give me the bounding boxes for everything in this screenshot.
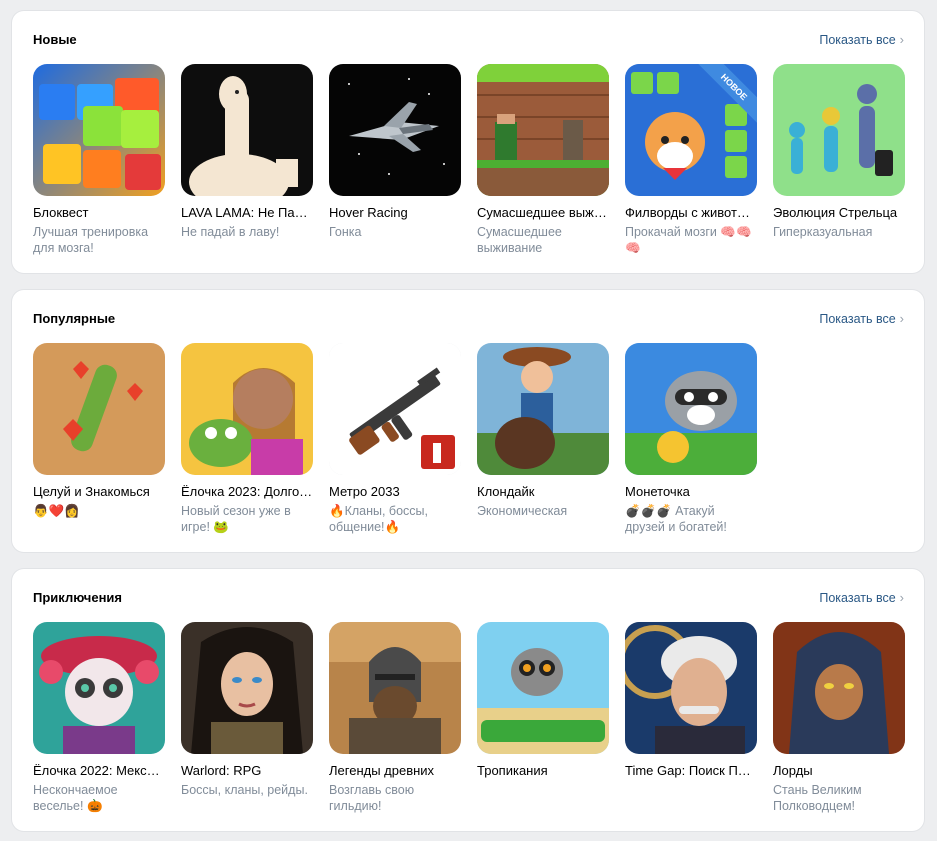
game-title: Hover Racing xyxy=(329,205,408,220)
show-all-link[interactable]: Показать все › xyxy=(819,590,904,605)
game-description: Новый сезон уже в игре! 🐸 xyxy=(181,504,291,534)
game-icon[interactable] xyxy=(773,622,905,754)
section-title: Новые xyxy=(33,32,77,47)
game-description: 🔥Кланы, боссы, общение!🔥 xyxy=(329,504,428,534)
game-icon[interactable] xyxy=(181,64,313,196)
chevron-right-icon: › xyxy=(899,590,904,605)
game-card-lava-lama[interactable]: LAVA LAMA: Не Падай в лаву! Не падай в л… xyxy=(181,64,313,240)
game-description: 💣💣💣 Атакуй друзей и богатей! xyxy=(625,504,727,534)
game-icon[interactable] xyxy=(773,64,905,196)
game-title: Warlord: RPG xyxy=(181,763,262,778)
show-all-link[interactable]: Показать все › xyxy=(819,311,904,326)
game-description: Нескончаемое веселье! 🎃 xyxy=(33,783,118,813)
section-title: Приключения xyxy=(33,590,123,605)
game-card-yolochka-2022[interactable]: Ёлочка 2022: Мексика Нескончаемое весель… xyxy=(33,622,165,814)
game-title: Целуй и Знакомься xyxy=(33,484,150,499)
game-title: Time Gap: Поиск Предметов xyxy=(625,763,757,778)
game-title: Тропикания xyxy=(477,763,548,778)
game-card-filwords[interactable]: НОВОЕ Филворды с животными Прокачай мозг… xyxy=(625,64,757,256)
game-card-lords[interactable]: Лорды Стань Великим Полководцем! xyxy=(773,622,905,814)
game-card-klondike[interactable]: Клондайк Экономическая xyxy=(477,343,609,519)
chevron-right-icon: › xyxy=(899,32,904,47)
game-icon[interactable] xyxy=(329,343,461,475)
game-card-crazy-survival[interactable]: Сумасшедшее выживание Сумасшедшее выжива… xyxy=(477,64,609,256)
game-description: Гиперказуальная xyxy=(773,225,873,239)
game-title: Легенды древних xyxy=(329,763,435,778)
game-title: Монеточка xyxy=(625,484,690,499)
game-icon[interactable] xyxy=(33,622,165,754)
game-card-metro-2033[interactable]: Метро 2033 🔥Кланы, боссы, общение!🔥 xyxy=(329,343,461,535)
game-icon[interactable] xyxy=(329,622,461,754)
chevron-right-icon: › xyxy=(899,311,904,326)
game-icon[interactable] xyxy=(33,64,165,196)
game-card-tropicania[interactable]: Тропикания xyxy=(477,622,609,782)
game-card-yolochka-2023[interactable]: Ёлочка 2023: Долгожданный Новый сезон уж… xyxy=(181,343,313,535)
game-description: Лучшая тренировка для мозга! xyxy=(33,225,149,255)
game-card-monetochka[interactable]: Монеточка 💣💣💣 Атакуй друзей и богатей! xyxy=(625,343,757,535)
game-card-archer-evolution[interactable]: Эволюция Стрельца Гиперказуальная xyxy=(773,64,905,240)
section-popular: Популярные Показать все › Целуй и Знакомь… xyxy=(12,290,924,552)
section-title: Популярные xyxy=(33,311,116,326)
game-title: Клондайк xyxy=(477,484,535,499)
game-icon[interactable] xyxy=(625,622,757,754)
game-icon[interactable] xyxy=(625,343,757,475)
game-title: Ёлочка 2023: Долгожданный xyxy=(181,484,313,499)
section-adventures: Приключения Показать все › Ёлочка 2022: М… xyxy=(12,569,924,831)
game-title: Метро 2033 xyxy=(329,484,400,499)
game-title: Ёлочка 2022: Мексика xyxy=(33,763,165,778)
game-card-blockquest[interactable]: Блоквест Лучшая тренировка для мозга! xyxy=(33,64,165,256)
game-description: Боссы, кланы, рейды. xyxy=(181,783,308,797)
game-description: Гонка xyxy=(329,225,362,239)
game-title: Эволюция Стрельца xyxy=(773,205,898,220)
game-description: Не падай в лаву! xyxy=(181,225,280,239)
game-card-ancient-legends[interactable]: Легенды древних Возглавь свою гильдию! xyxy=(329,622,461,814)
game-icon[interactable] xyxy=(329,64,461,196)
game-icon[interactable] xyxy=(181,622,313,754)
game-card-kiss-and-meet[interactable]: Целуй и Знакомься 👨❤️👩 xyxy=(33,343,165,519)
game-description: Сумасшедшее выживание xyxy=(477,225,562,255)
game-description: 👨❤️👩 xyxy=(33,504,80,518)
game-title: LAVA LAMA: Не Падай в лаву! xyxy=(181,205,313,220)
game-description: Возглавь свою гильдию! xyxy=(329,783,415,813)
game-description: Стань Великим Полководцем! xyxy=(773,783,862,813)
game-icon[interactable]: НОВОЕ xyxy=(625,64,757,196)
game-title: Сумасшедшее выживание xyxy=(477,205,609,220)
game-title: Филворды с животными xyxy=(625,205,757,220)
show-all-link[interactable]: Показать все › xyxy=(819,32,904,47)
game-icon[interactable] xyxy=(477,622,609,754)
game-card-warlord-rpg[interactable]: Warlord: RPG Боссы, кланы, рейды. xyxy=(181,622,313,798)
game-icon[interactable] xyxy=(477,343,609,475)
section-new: Новые Показать все › Блоквест Лучшая трен… xyxy=(12,11,924,273)
game-title: Блоквест xyxy=(33,205,89,220)
game-icon[interactable] xyxy=(33,343,165,475)
game-icon[interactable] xyxy=(477,64,609,196)
game-description: Экономическая xyxy=(477,504,568,518)
game-icon[interactable] xyxy=(181,343,313,475)
game-card-hover-racing[interactable]: Hover Racing Гонка xyxy=(329,64,461,240)
game-description: Прокачай мозги 🧠🧠🧠 xyxy=(625,225,752,255)
game-title: Лорды xyxy=(773,763,813,778)
game-card-time-gap[interactable]: Time Gap: Поиск Предметов xyxy=(625,622,757,782)
